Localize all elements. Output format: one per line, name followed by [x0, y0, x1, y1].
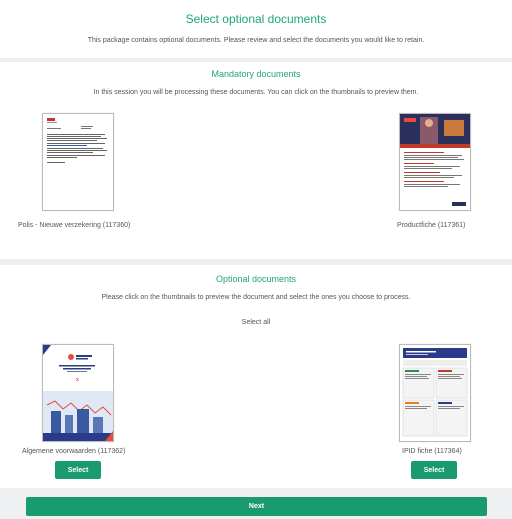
document-caption: Productfiche (117361)	[397, 222, 466, 229]
document-caption: Algemene voorwaarden (117362)	[22, 448, 126, 455]
document-thumbnail-productfiche[interactable]	[399, 113, 471, 211]
ipid-fiche-preview-icon	[400, 345, 470, 441]
document-thumbnail-algemene-voorwaarden[interactable]: x	[42, 344, 114, 442]
letter-preview-icon	[47, 118, 107, 163]
svg-text:x: x	[76, 377, 79, 383]
document-caption: IPID fiche (117364)	[402, 448, 462, 455]
document-thumbnail-polis[interactable]	[42, 113, 114, 211]
header-panel: Select optional documents This package c…	[0, 0, 512, 58]
document-caption: Polis - Nieuwe verzekering (117360)	[18, 222, 131, 229]
select-all-link[interactable]: Select all	[0, 319, 512, 326]
select-button-ipid-fiche[interactable]: Select	[411, 461, 457, 479]
page-subtitle: This package contains optional documents…	[87, 37, 425, 44]
mandatory-section-title: Mandatory documents	[211, 69, 301, 79]
conditions-cover-preview-icon: x	[43, 345, 113, 441]
next-button[interactable]: Next	[26, 497, 487, 516]
document-thumbnail-ipid-fiche[interactable]	[399, 344, 471, 442]
optional-section-description: Please click on the thumbnails to previe…	[101, 294, 411, 301]
product-fiche-preview-icon	[400, 114, 470, 206]
select-button-algemene-voorwaarden[interactable]: Select	[55, 461, 101, 479]
page-title: Select optional documents	[185, 12, 327, 26]
optional-section-title: Optional documents	[215, 274, 297, 284]
mandatory-section-description: In this session you will be processing t…	[93, 89, 419, 96]
